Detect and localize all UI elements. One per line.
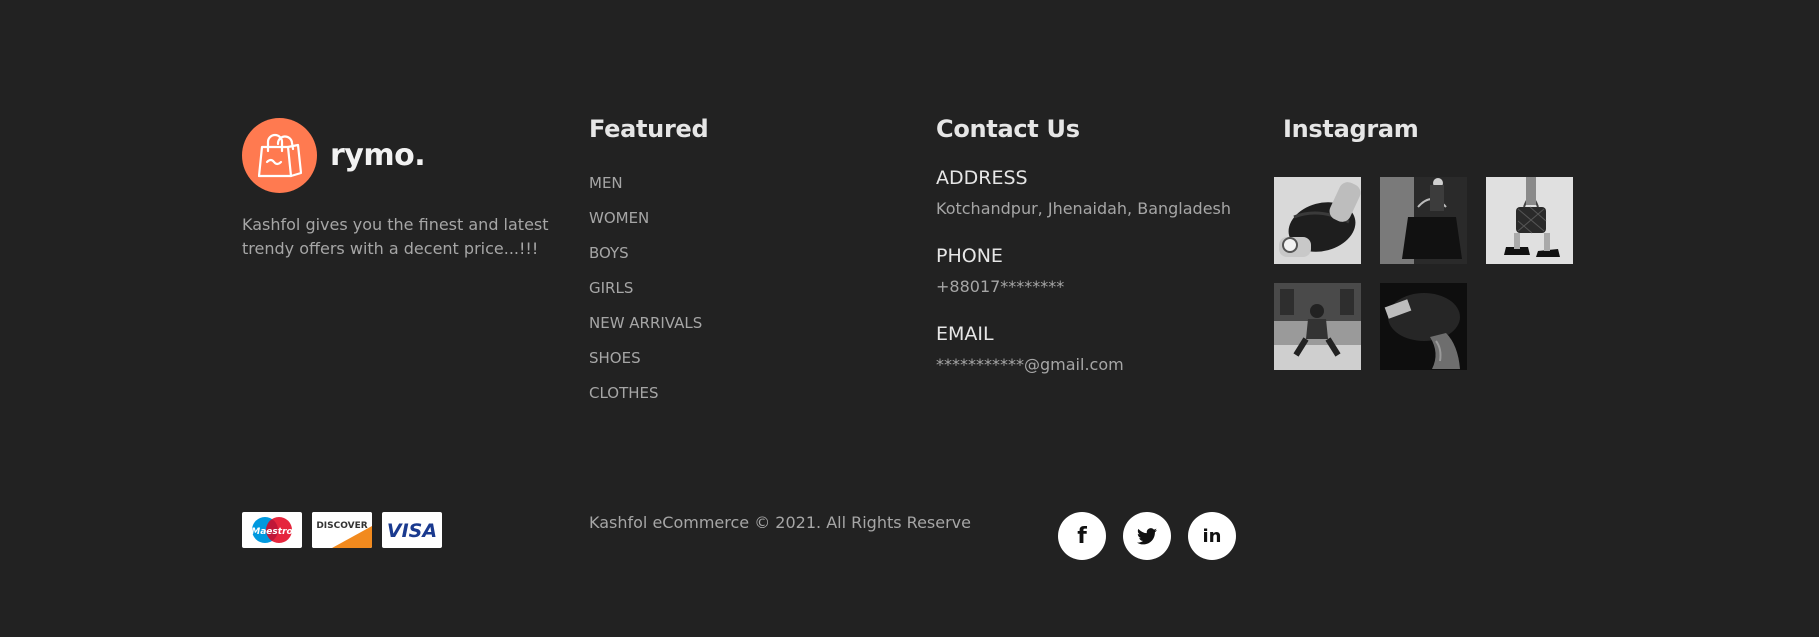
email-label: EMAIL [936,323,994,345]
social-links: f in [1058,512,1253,560]
featured-link-women[interactable]: WOMEN [589,207,702,242]
shopping-bag-icon [242,118,317,193]
instagram-heading: Instagram [1283,115,1419,143]
instagram-photo-street-model[interactable] [1274,283,1361,370]
featured-heading: Featured [589,115,709,143]
discover-card: DISCOVER [312,512,372,548]
linkedin-icon: in [1202,525,1222,547]
contact-email: EMAIL ***********@gmail.com [936,321,1256,399]
featured-link-girls[interactable]: GIRLS [589,277,702,312]
featured-link-new-arrivals[interactable]: NEW ARRIVALS [589,312,702,347]
featured-link-shoes[interactable]: SHOES [589,347,702,382]
copyright-text: Kashfol eCommerce © 2021. All Rights Res… [589,513,971,532]
address-value: Kotchandpur, Jhenaidah, Bangladesh [936,199,1232,218]
brand-name: rymo. [330,138,426,173]
instagram-photo-cap[interactable] [1380,283,1467,370]
maestro-card: Maestro [242,512,302,548]
brand-logo-row[interactable]: rymo. [242,118,552,193]
phone-label: PHONE [936,245,1003,267]
contact-phone: PHONE +88017******** [936,243,1256,321]
phone-value[interactable]: +88017******** [936,276,1256,298]
visa-card-label: VISA [387,520,437,542]
discover-card-label: DISCOVER [316,521,367,531]
visa-card: VISA [382,512,442,548]
brand-block: rymo. Kashfol gives you the finest and l… [242,118,552,261]
facebook-button[interactable]: f [1058,512,1106,560]
contact-address: ADDRESS Kotchandpur, Jhenaidah, Banglade… [936,165,1256,243]
maestro-card-label: Maestro [251,527,292,537]
featured-link-clothes[interactable]: CLOTHES [589,382,702,417]
payment-methods: Maestro DISCOVER VISA [242,512,452,548]
address-label: ADDRESS [936,167,1028,189]
instagram-photo-shoes-bag[interactable] [1486,177,1573,264]
site-footer: rymo. Kashfol gives you the finest and l… [0,0,1819,637]
twitter-icon [1137,527,1157,544]
linkedin-button[interactable]: in [1188,512,1236,560]
email-value[interactable]: ***********@gmail.com [936,354,1256,376]
facebook-icon: f [1077,523,1087,549]
contact-info: ADDRESS Kotchandpur, Jhenaidah, Banglade… [936,165,1256,399]
instagram-photo-handbag[interactable] [1380,177,1467,264]
featured-link-boys[interactable]: BOYS [589,242,702,277]
featured-links: MEN WOMEN BOYS GIRLS NEW ARRIVALS SHOES … [589,172,702,417]
instagram-photo-watch-bag[interactable] [1274,177,1361,264]
brand-description: Kashfol gives you the finest and latest … [242,215,549,258]
twitter-button[interactable] [1123,512,1171,560]
contact-heading: Contact Us [936,115,1080,143]
featured-link-men[interactable]: MEN [589,172,702,207]
